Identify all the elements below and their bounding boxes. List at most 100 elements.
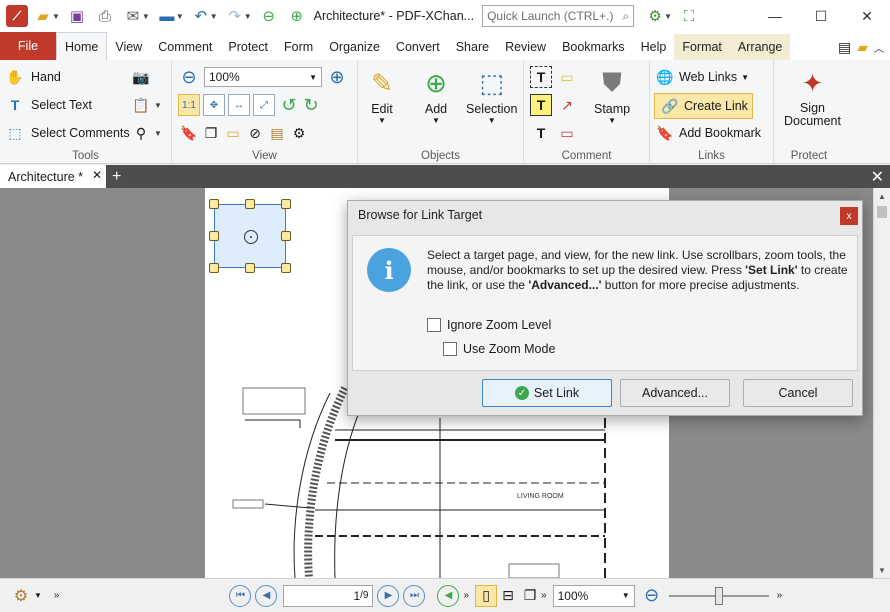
nav-expand-icon[interactable]: » bbox=[463, 590, 469, 601]
ignore-zoom-checkbox[interactable]: Ignore Zoom Level bbox=[427, 318, 551, 332]
use-zoom-mode-checkbox[interactable]: Use Zoom Mode bbox=[443, 342, 555, 356]
document-tab-architecture[interactable]: Architecture * ✕ bbox=[0, 165, 106, 188]
fit-page-icon[interactable]: ✥ bbox=[203, 94, 225, 116]
facing-view-icon[interactable]: ❐ bbox=[519, 585, 541, 607]
use-zoom-mode-box[interactable] bbox=[443, 342, 457, 356]
gear-dropdown-icon[interactable]: ▼ bbox=[34, 591, 42, 600]
find-icon[interactable]: ▤ bbox=[838, 39, 851, 56]
tab-review[interactable]: Review bbox=[497, 34, 554, 60]
undo-dropdown-icon[interactable]: ▼ bbox=[210, 12, 218, 21]
text-box-icon[interactable]: T bbox=[530, 94, 552, 116]
redo-dropdown-icon[interactable]: ▼ bbox=[244, 12, 252, 21]
resize-handle-sw[interactable] bbox=[209, 263, 219, 273]
gear-icon[interactable]: ⚙ bbox=[10, 585, 32, 607]
dialog-close-button[interactable]: x bbox=[840, 207, 858, 225]
status-zoom-out-icon[interactable]: ⊖ bbox=[641, 585, 663, 607]
tab-organize[interactable]: Organize bbox=[321, 34, 388, 60]
last-page-icon[interactable]: ⏭ bbox=[403, 584, 426, 607]
actual-size-icon[interactable]: 1:1 bbox=[178, 94, 200, 116]
paste-dropdown-icon[interactable]: ▼ bbox=[154, 101, 162, 110]
single-page-view-icon[interactable]: ▯ bbox=[475, 584, 498, 607]
previous-page-icon[interactable]: ◀ bbox=[255, 584, 278, 607]
resize-handle-e[interactable] bbox=[281, 231, 291, 241]
paste-button[interactable]: 📋 ▼ bbox=[130, 94, 164, 116]
find-dropdown-icon[interactable]: ▼ bbox=[154, 129, 162, 138]
select-text-button[interactable]: T Select Text bbox=[4, 94, 92, 116]
edit-button[interactable]: ✎ Edit ▼ bbox=[364, 64, 400, 126]
link-annotation[interactable] bbox=[214, 204, 286, 268]
comments-pane-icon[interactable]: ▭ bbox=[222, 122, 244, 144]
zoom-combo[interactable]: 100% ▼ bbox=[204, 67, 322, 87]
first-page-icon[interactable]: ⏮ bbox=[229, 584, 252, 607]
web-links-button[interactable]: 🌐 Web Links ▼ bbox=[654, 66, 749, 88]
sticky-note-icon[interactable]: ▭ bbox=[556, 66, 578, 88]
tab-bookmarks[interactable]: Bookmarks bbox=[554, 34, 633, 60]
tab-share[interactable]: Share bbox=[448, 34, 497, 60]
set-link-button[interactable]: ✓ Set Link bbox=[482, 379, 612, 407]
settings-icon[interactable]: ⚙ bbox=[288, 122, 310, 144]
resize-handle-w[interactable] bbox=[209, 231, 219, 241]
tab-view[interactable]: View bbox=[107, 34, 150, 60]
search-folder-icon[interactable]: ▰ bbox=[857, 39, 868, 56]
rotate-left-icon[interactable]: ↺ bbox=[278, 94, 300, 116]
create-link-button[interactable]: 🔗 Create Link bbox=[654, 93, 753, 119]
rotate-right-icon[interactable]: ↻ bbox=[300, 94, 322, 116]
resize-handle-s[interactable] bbox=[245, 263, 255, 273]
zoom-slider[interactable] bbox=[668, 585, 769, 607]
zoom-out-icon[interactable]: ⊖ bbox=[178, 66, 200, 88]
open-dropdown-icon[interactable]: ▼ bbox=[52, 12, 60, 21]
sign-document-button[interactable]: ✦ Sign Document bbox=[784, 64, 841, 128]
pages-icon[interactable]: ❐ bbox=[200, 122, 222, 144]
close-tab-icon[interactable]: ✕ bbox=[92, 168, 102, 182]
properties-icon[interactable]: ▤ bbox=[266, 122, 288, 144]
tab-arrange[interactable]: Arrange bbox=[729, 34, 791, 60]
view-expand-icon[interactable]: » bbox=[541, 590, 547, 601]
print-icon[interactable]: ⎙ bbox=[92, 4, 118, 28]
continuous-view-icon[interactable]: ⊟ bbox=[497, 585, 519, 607]
attachments-icon[interactable]: ⊘ bbox=[244, 122, 266, 144]
resize-handle-nw[interactable] bbox=[209, 199, 219, 209]
scroll-thumb[interactable] bbox=[877, 206, 887, 218]
add-button[interactable]: ⊕ Add ▼ bbox=[418, 64, 454, 126]
tab-help[interactable]: Help bbox=[633, 34, 675, 60]
hand-tool-button[interactable]: ✋ Hand bbox=[4, 66, 61, 88]
advanced-button[interactable]: Advanced... bbox=[620, 379, 730, 407]
back-icon[interactable]: ⊖ bbox=[256, 4, 282, 28]
fit-width-icon[interactable]: ↔ bbox=[228, 94, 250, 116]
minimize-button[interactable]: — bbox=[752, 0, 798, 32]
callout-icon[interactable]: T bbox=[530, 122, 552, 144]
expand-icon[interactable]: » bbox=[54, 590, 60, 601]
status-zoom-combo[interactable]: 100% ▼ bbox=[552, 584, 635, 607]
nav-back-icon[interactable]: ◀ bbox=[437, 584, 460, 607]
fit-visible-icon[interactable]: ⤢ bbox=[253, 94, 275, 116]
close-all-icon[interactable]: ✕ bbox=[871, 167, 884, 187]
tab-protect[interactable]: Protect bbox=[220, 34, 276, 60]
fullscreen-icon[interactable]: ⛶ bbox=[676, 4, 702, 28]
collapse-ribbon-icon[interactable]: ︿ bbox=[874, 40, 884, 55]
zoom-slider-knob[interactable] bbox=[714, 586, 723, 605]
save-icon[interactable]: ▣ bbox=[64, 4, 90, 28]
resize-handle-se[interactable] bbox=[281, 263, 291, 273]
tab-form[interactable]: Form bbox=[276, 34, 321, 60]
scan-dropdown-icon[interactable]: ▼ bbox=[176, 12, 184, 21]
tab-comment[interactable]: Comment bbox=[150, 34, 220, 60]
vertical-scrollbar[interactable]: ▲ ▼ bbox=[873, 188, 890, 578]
add-bookmark-button[interactable]: 🔖 Add Bookmark bbox=[654, 122, 761, 144]
resize-handle-ne[interactable] bbox=[281, 199, 291, 209]
arrow-icon[interactable]: ↗ bbox=[556, 94, 578, 116]
close-button[interactable]: ✕ bbox=[844, 0, 890, 32]
ignore-zoom-box[interactable] bbox=[427, 318, 441, 332]
resize-handle-n[interactable] bbox=[245, 199, 255, 209]
page-number-input[interactable]: 1 /9 bbox=[283, 584, 374, 607]
options-dropdown-icon[interactable]: ▼ bbox=[664, 12, 672, 21]
snapshot-button[interactable]: 📷 bbox=[130, 66, 152, 88]
tab-format[interactable]: Format bbox=[674, 34, 730, 60]
select-comments-button[interactable]: ⬚ Select Comments bbox=[4, 122, 129, 144]
find-button[interactable]: ⚲ ▼ bbox=[130, 122, 164, 144]
cancel-button[interactable]: Cancel bbox=[743, 379, 853, 407]
tab-home[interactable]: Home bbox=[56, 32, 108, 60]
status-zoom-expand-icon[interactable]: » bbox=[777, 590, 783, 601]
maximize-button[interactable]: ☐ bbox=[798, 0, 844, 32]
email-dropdown-icon[interactable]: ▼ bbox=[142, 12, 150, 21]
tab-file[interactable]: File bbox=[0, 32, 56, 60]
